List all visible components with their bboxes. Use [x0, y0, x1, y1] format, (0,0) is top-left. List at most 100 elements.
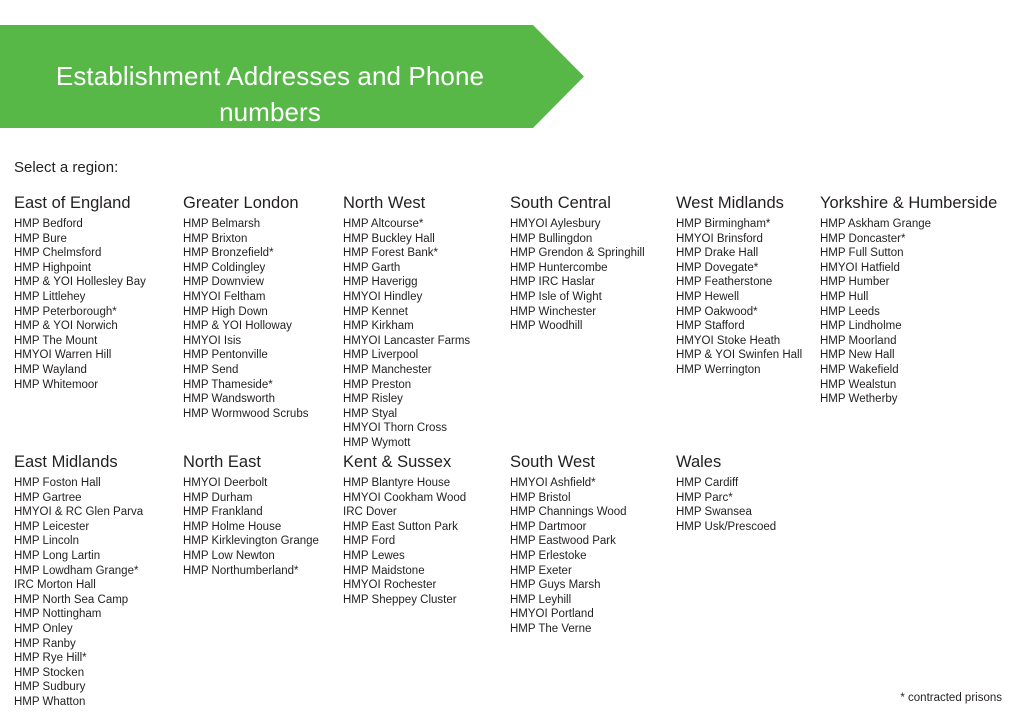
list-item[interactable]: HMP Rye Hill*: [14, 651, 182, 666]
list-item[interactable]: HMP Kirkham: [343, 319, 509, 334]
list-item[interactable]: HMP Bristol: [510, 491, 675, 506]
list-item[interactable]: HMYOI & RC Glen Parva: [14, 505, 182, 520]
list-item[interactable]: HMP The Mount: [14, 334, 182, 349]
region-heading[interactable]: East Midlands: [14, 452, 182, 472]
list-item[interactable]: HMP Liverpool: [343, 348, 509, 363]
list-item[interactable]: HMP Leyhill: [510, 593, 675, 608]
list-item[interactable]: HMP Leicester: [14, 520, 182, 535]
list-item[interactable]: HMP Frankland: [183, 505, 341, 520]
list-item[interactable]: HMP Lewes: [343, 549, 509, 564]
list-item[interactable]: HMP Lindholme: [820, 319, 1018, 334]
list-item[interactable]: HMYOI Feltham: [183, 290, 341, 305]
list-item[interactable]: HMP & YOI Swinfen Hall: [676, 348, 819, 363]
list-item[interactable]: HMYOI Isis: [183, 334, 341, 349]
list-item[interactable]: HMP Bure: [14, 232, 182, 247]
list-item[interactable]: HMP Peterborough*: [14, 305, 182, 320]
list-item[interactable]: HMP Oakwood*: [676, 305, 819, 320]
list-item[interactable]: HMP Forest Bank*: [343, 246, 509, 261]
list-item[interactable]: HMP Wetherby: [820, 392, 1018, 407]
list-item[interactable]: HMP Kennet: [343, 305, 509, 320]
list-item[interactable]: HMP Send: [183, 363, 341, 378]
list-item[interactable]: HMP Cardiff: [676, 476, 819, 491]
list-item[interactable]: HMP Low Newton: [183, 549, 341, 564]
list-item[interactable]: HMP Bedford: [14, 217, 182, 232]
list-item[interactable]: HMP Styal: [343, 407, 509, 422]
list-item[interactable]: HMP Exeter: [510, 564, 675, 579]
list-item[interactable]: HMP Pentonville: [183, 348, 341, 363]
list-item[interactable]: HMP Wayland: [14, 363, 182, 378]
list-item[interactable]: HMP Buckley Hall: [343, 232, 509, 247]
list-item[interactable]: HMP & YOI Holloway: [183, 319, 341, 334]
list-item[interactable]: HMP Wealstun: [820, 378, 1018, 393]
list-item[interactable]: HMP Gartree: [14, 491, 182, 506]
list-item[interactable]: HMP Whitemoor: [14, 378, 182, 393]
list-item[interactable]: HMP Doncaster*: [820, 232, 1018, 247]
region-heading[interactable]: South West: [510, 452, 675, 472]
list-item[interactable]: HMP & YOI Norwich: [14, 319, 182, 334]
list-item[interactable]: HMP Hewell: [676, 290, 819, 305]
list-item[interactable]: HMYOI Hatfield: [820, 261, 1018, 276]
list-item[interactable]: HMP Highpoint: [14, 261, 182, 276]
list-item[interactable]: HMP Grendon & Springhill: [510, 246, 675, 261]
list-item[interactable]: HMP Downview: [183, 275, 341, 290]
list-item[interactable]: HMP Bullingdon: [510, 232, 675, 247]
list-item[interactable]: HMP Usk/Prescoed: [676, 520, 819, 535]
list-item[interactable]: HMP Featherstone: [676, 275, 819, 290]
list-item[interactable]: HMP Chelmsford: [14, 246, 182, 261]
list-item[interactable]: HMP Moorland: [820, 334, 1018, 349]
list-item[interactable]: HMP Sudbury: [14, 680, 182, 695]
region-heading[interactable]: North West: [343, 193, 509, 213]
list-item[interactable]: HMP Maidstone: [343, 564, 509, 579]
list-item[interactable]: HMP Wormwood Scrubs: [183, 407, 341, 422]
list-item[interactable]: HMP Blantyre House: [343, 476, 509, 491]
list-item[interactable]: HMP Brixton: [183, 232, 341, 247]
list-item[interactable]: HMP Lincoln: [14, 534, 182, 549]
list-item[interactable]: HMP Stafford: [676, 319, 819, 334]
list-item[interactable]: HMP Onley: [14, 622, 182, 637]
list-item[interactable]: HMYOI Warren Hill: [14, 348, 182, 363]
list-item[interactable]: HMP Northumberland*: [183, 564, 341, 579]
list-item[interactable]: HMP Dovegate*: [676, 261, 819, 276]
list-item[interactable]: HMP Foston Hall: [14, 476, 182, 491]
list-item[interactable]: HMP Whatton: [14, 695, 182, 710]
list-item[interactable]: HMP Belmarsh: [183, 217, 341, 232]
list-item[interactable]: HMP Altcourse*: [343, 217, 509, 232]
list-item[interactable]: HMP Drake Hall: [676, 246, 819, 261]
list-item[interactable]: HMP Erlestoke: [510, 549, 675, 564]
list-item[interactable]: HMP Ranby: [14, 637, 182, 652]
region-heading[interactable]: Kent & Sussex: [343, 452, 509, 472]
list-item[interactable]: HMP Thameside*: [183, 378, 341, 393]
region-heading[interactable]: West Midlands: [676, 193, 819, 213]
list-item[interactable]: HMYOI Ashfield*: [510, 476, 675, 491]
region-heading[interactable]: North East: [183, 452, 341, 472]
list-item[interactable]: HMP Eastwood Park: [510, 534, 675, 549]
region-heading[interactable]: Greater London: [183, 193, 341, 213]
list-item[interactable]: HMP IRC Haslar: [510, 275, 675, 290]
region-heading[interactable]: Wales: [676, 452, 819, 472]
list-item[interactable]: HMP Littlehey: [14, 290, 182, 305]
list-item[interactable]: HMP Parc*: [676, 491, 819, 506]
list-item[interactable]: IRC Morton Hall: [14, 578, 182, 593]
list-item[interactable]: HMP Nottingham: [14, 607, 182, 622]
list-item[interactable]: HMP Birmingham*: [676, 217, 819, 232]
region-heading[interactable]: South Central: [510, 193, 675, 213]
region-heading[interactable]: Yorkshire & Humberside: [820, 193, 1018, 213]
list-item[interactable]: HMP Full Sutton: [820, 246, 1018, 261]
list-item[interactable]: HMP Risley: [343, 392, 509, 407]
list-item[interactable]: HMYOI Aylesbury: [510, 217, 675, 232]
list-item[interactable]: HMP Bronzefield*: [183, 246, 341, 261]
list-item[interactable]: HMP Dartmoor: [510, 520, 675, 535]
list-item[interactable]: HMYOI Thorn Cross: [343, 421, 509, 436]
list-item[interactable]: HMP Durham: [183, 491, 341, 506]
list-item[interactable]: HMYOI Cookham Wood: [343, 491, 509, 506]
list-item[interactable]: HMP Winchester: [510, 305, 675, 320]
list-item[interactable]: HMP & YOI Hollesley Bay: [14, 275, 182, 290]
list-item[interactable]: HMP Leeds: [820, 305, 1018, 320]
list-item[interactable]: HMP Werrington: [676, 363, 819, 378]
list-item[interactable]: HMYOI Deerbolt: [183, 476, 341, 491]
list-item[interactable]: IRC Dover: [343, 505, 509, 520]
list-item[interactable]: HMP Swansea: [676, 505, 819, 520]
list-item[interactable]: HMP Garth: [343, 261, 509, 276]
region-heading[interactable]: East of England: [14, 193, 182, 213]
list-item[interactable]: HMP Guys Marsh: [510, 578, 675, 593]
